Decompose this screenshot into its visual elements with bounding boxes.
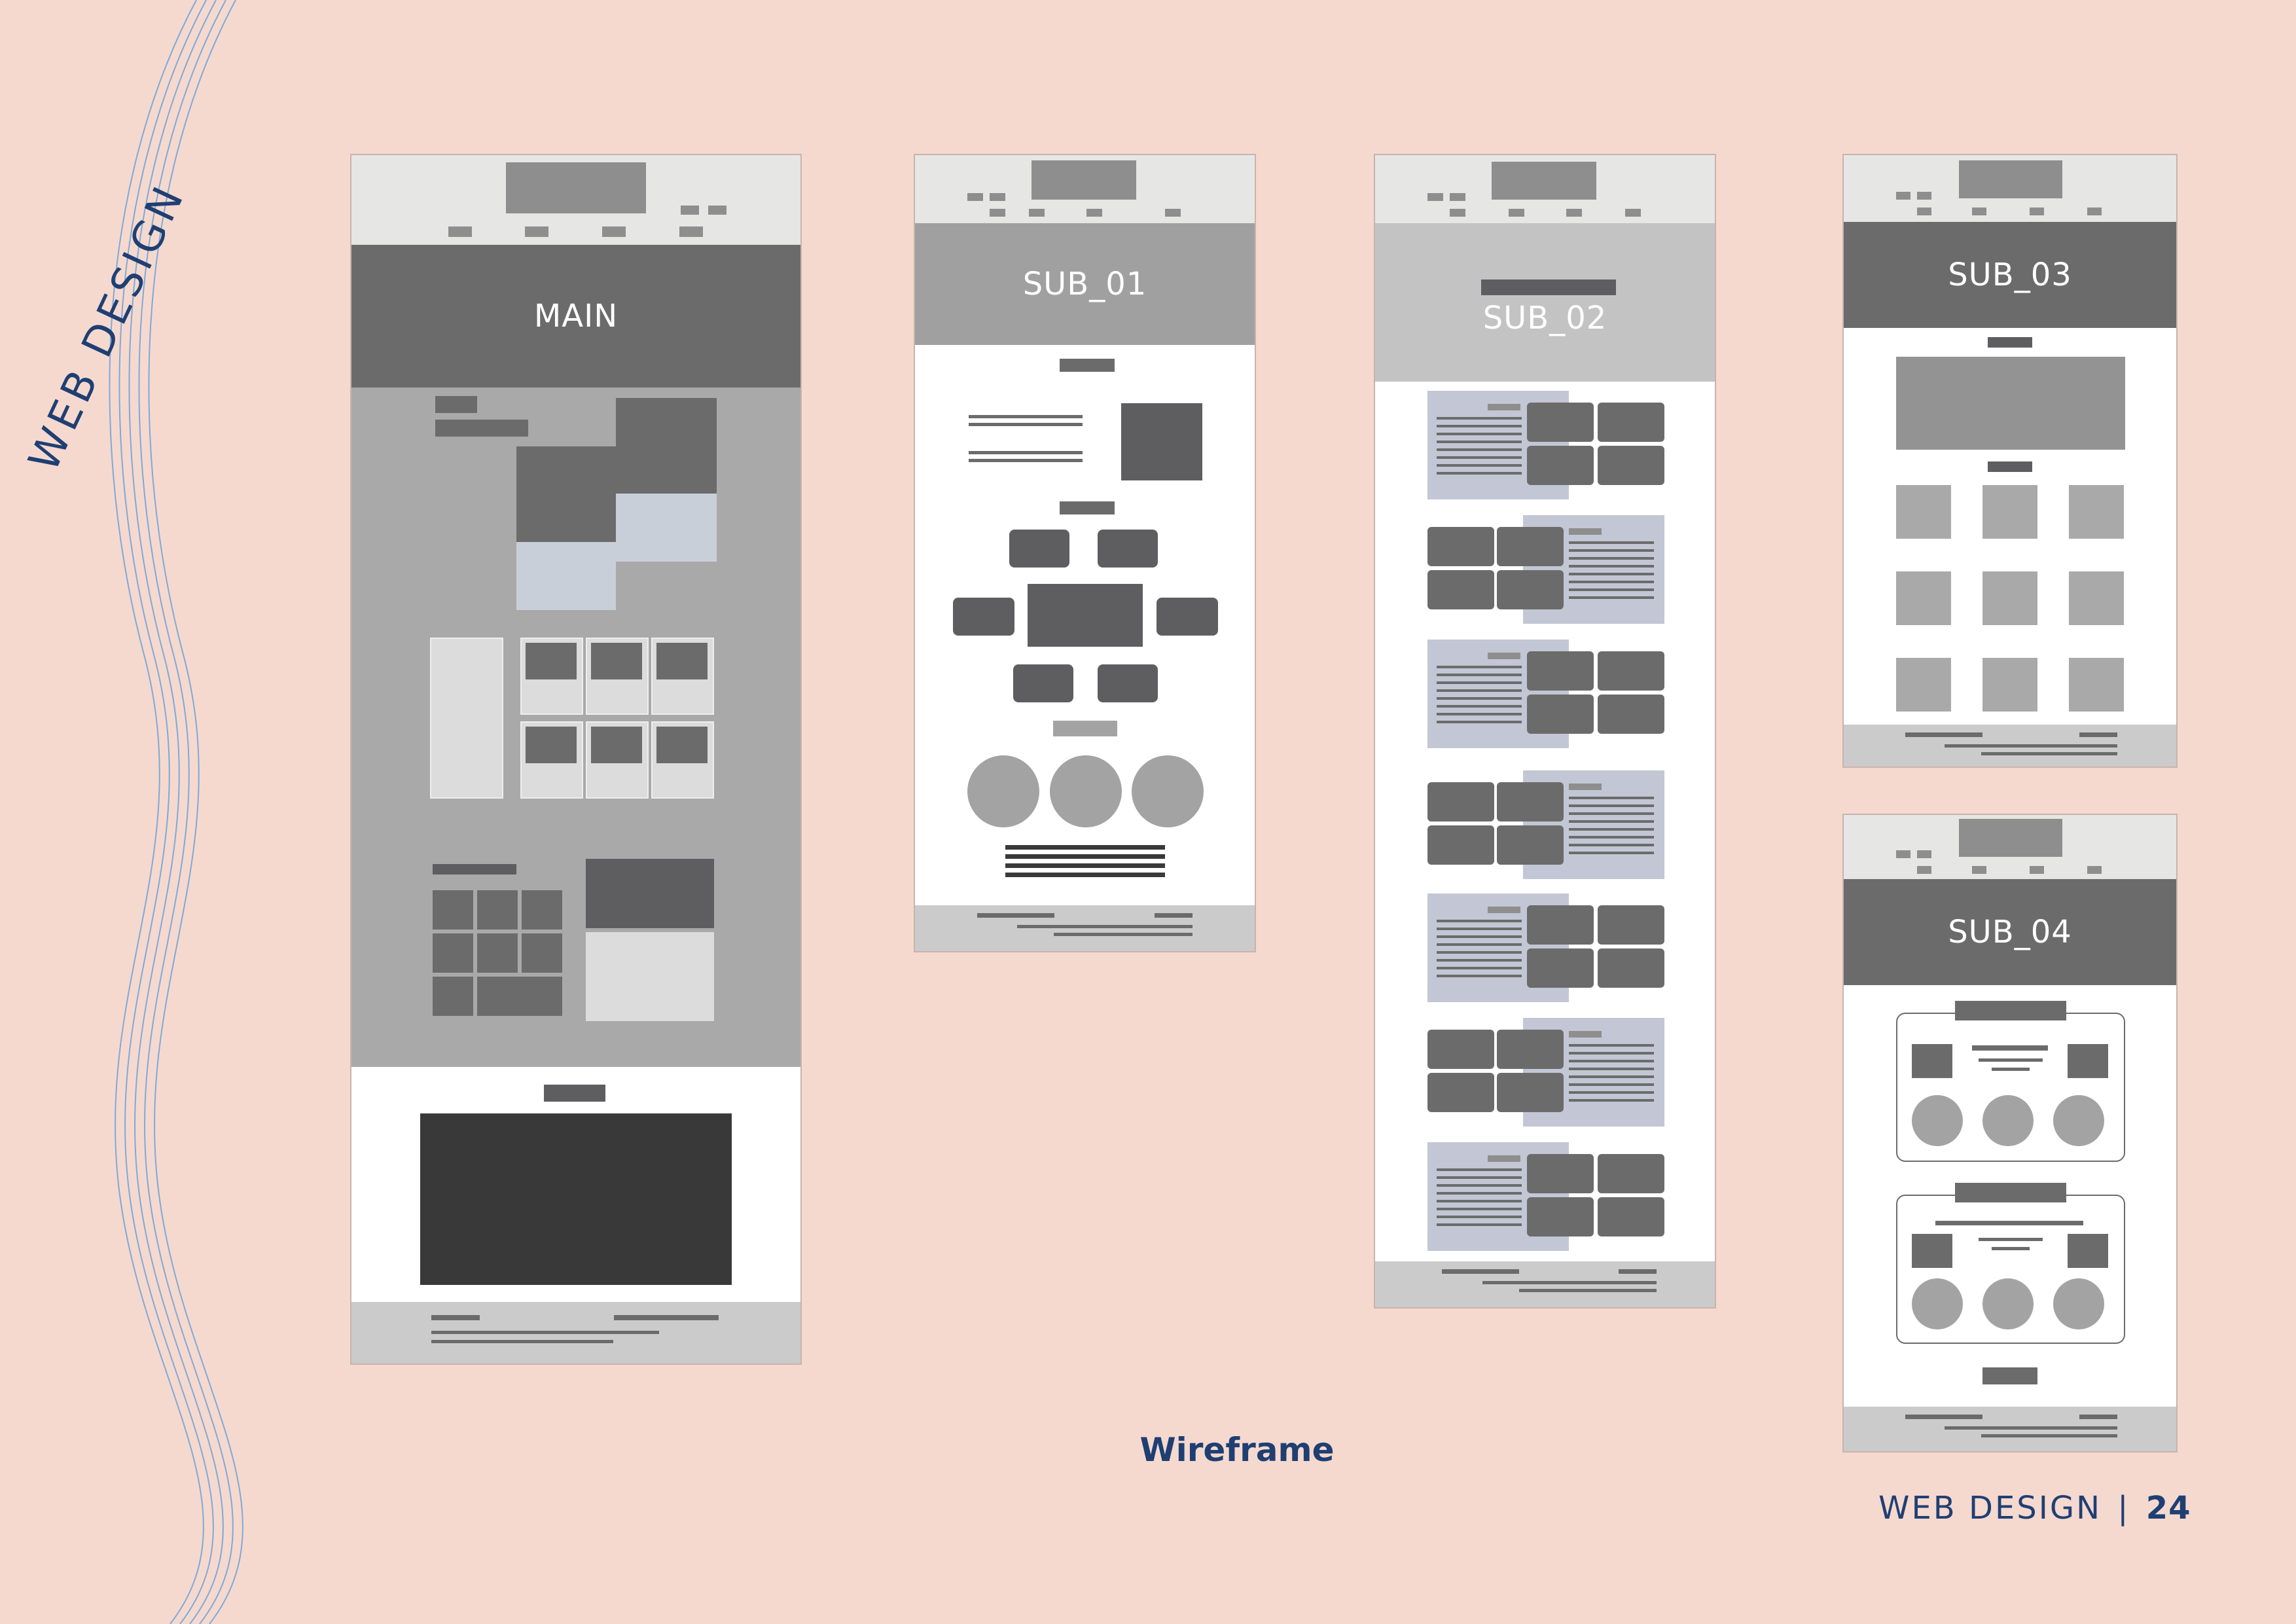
sub-03-header	[1844, 155, 2176, 222]
sub-04-banner-label: SUB_04	[1948, 914, 2072, 950]
wireframe-sub-02: SUB_02	[1374, 154, 1716, 1308]
wireframe-sub-01: SUB_01	[914, 154, 1256, 952]
sub-03-banner: SUB_03	[1844, 222, 2176, 328]
sub-02-banner-label: SUB_02	[1482, 300, 1607, 336]
wireframe-main: MAIN	[350, 154, 802, 1365]
sub-01-header	[915, 155, 1255, 223]
sub-02-header	[1375, 155, 1715, 223]
main-body-gray	[351, 388, 800, 1067]
main-video-block	[420, 1113, 732, 1285]
page-number: 24	[2145, 1490, 2191, 1526]
wireframe-caption: Wireframe	[1139, 1431, 1335, 1469]
main-footer	[351, 1302, 800, 1363]
sub-04-banner: SUB_04	[1844, 879, 2176, 985]
wireframe-sub-03: SUB_03	[1842, 154, 2178, 768]
footer-section-label: WEB DESIGN	[1878, 1490, 2102, 1526]
sub-04-header	[1844, 815, 2176, 879]
main-header	[351, 155, 800, 245]
sub-03-footer	[1844, 725, 2176, 767]
sub-03-banner-label: SUB_03	[1948, 257, 2072, 293]
sub-02-banner: SUB_02	[1375, 223, 1715, 382]
sub-02-footer	[1375, 1261, 1715, 1307]
sub-01-banner-label: SUB_01	[1022, 266, 1147, 302]
wireframe-sub-04: SUB_04	[1842, 814, 2178, 1453]
main-banner-label: MAIN	[533, 298, 619, 334]
sub-01-banner: SUB_01	[915, 223, 1255, 345]
sub-01-footer	[915, 905, 1255, 951]
main-banner: MAIN	[351, 245, 800, 388]
footer-separator: |	[2117, 1490, 2130, 1526]
page-footer: WEB DESIGN | 24	[1878, 1490, 2191, 1526]
sub-04-footer	[1844, 1407, 2176, 1451]
